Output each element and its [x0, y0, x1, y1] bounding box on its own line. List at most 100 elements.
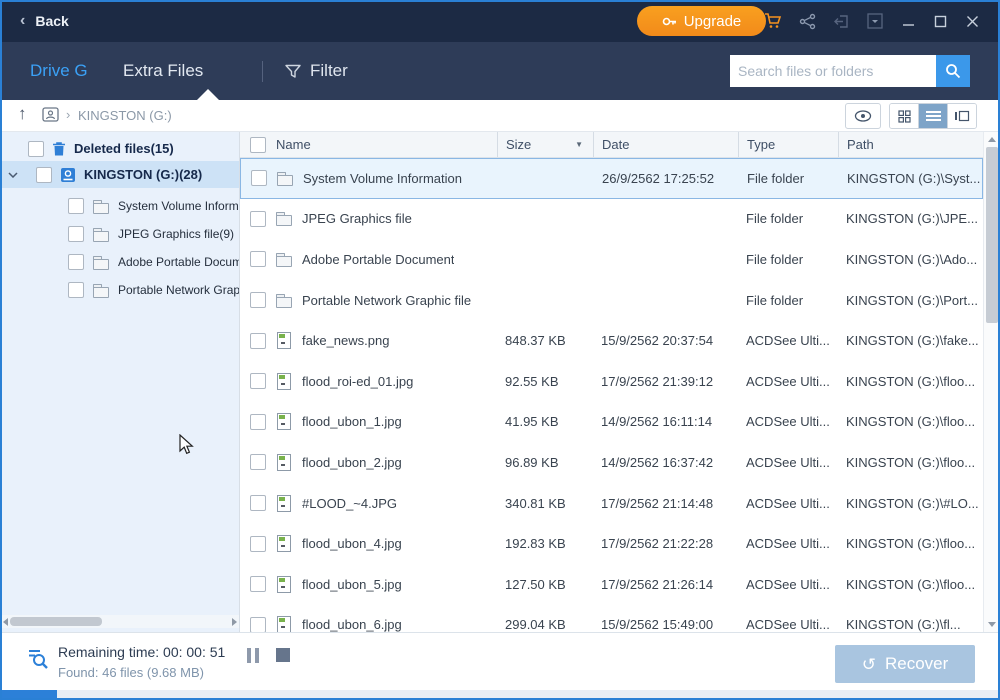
scroll-right-arrow[interactable] — [229, 615, 239, 628]
active-tab-pointer — [197, 89, 219, 100]
file-type: File folder — [746, 251, 804, 267]
column-header-size[interactable]: Size ▼ — [497, 132, 593, 157]
file-size: 848.37 KB — [505, 333, 566, 349]
row-checkbox[interactable] — [250, 210, 266, 227]
column-header-date[interactable]: Date — [593, 132, 738, 157]
row-checkbox[interactable] — [250, 535, 266, 552]
sidebar-tree-item[interactable]: Adobe Portable Docume — [0, 248, 239, 276]
table-row[interactable]: flood_ubon_1.jpg 41.95 KB 14/9/2562 16:1… — [240, 402, 983, 443]
minimize-button[interactable] — [892, 0, 924, 42]
stop-button[interactable] — [276, 648, 290, 662]
tree-item-checkbox[interactable] — [68, 198, 84, 214]
row-checkbox[interactable] — [250, 495, 266, 512]
row-checkbox[interactable] — [250, 454, 266, 471]
tree-item-checkbox[interactable] — [68, 282, 84, 298]
scrollbar-thumb[interactable] — [10, 617, 102, 626]
deleted-files-checkbox[interactable] — [28, 140, 44, 157]
file-type: File folder — [746, 292, 804, 308]
tab-extra-files[interactable]: Extra Files — [123, 42, 203, 100]
search-box — [730, 55, 970, 87]
row-checkbox[interactable] — [250, 413, 266, 430]
row-checkbox[interactable] — [250, 576, 266, 593]
table-row[interactable]: #LOOD_~4.JPG 340.81 KB 17/9/2562 21:14:4… — [240, 483, 983, 524]
file-type-icon — [275, 210, 293, 227]
row-checkbox[interactable] — [250, 332, 266, 349]
file-size: 340.81 KB — [505, 495, 566, 511]
table-row[interactable]: fake_news.png 848.37 KB 15/9/2562 20:37:… — [240, 320, 983, 361]
row-checkbox[interactable] — [250, 373, 266, 390]
scroll-up-arrow[interactable] — [984, 132, 1000, 147]
upgrade-button[interactable]: Upgrade — [637, 6, 766, 36]
row-checkbox[interactable] — [250, 292, 266, 309]
up-level-icon[interactable]: ↑ — [18, 104, 27, 124]
detail-view-button[interactable] — [947, 104, 976, 128]
sidebar-tree-item[interactable]: Portable Network Graph — [0, 276, 239, 304]
sidebar-tree-item[interactable]: JPEG Graphics file(9) — [0, 220, 239, 248]
search-button[interactable] — [936, 55, 970, 87]
select-all-checkbox[interactable] — [250, 136, 266, 153]
list-view-button[interactable] — [918, 104, 947, 128]
row-checkbox[interactable] — [250, 251, 266, 268]
back-button[interactable]: ‹ Back — [20, 12, 69, 30]
file-name: flood_ubon_4.jpg — [302, 536, 402, 552]
table-row[interactable]: Adobe Portable Document File folder KING… — [240, 239, 983, 280]
file-name: JPEG Graphics file — [302, 211, 412, 227]
breadcrumb-path[interactable]: KINGSTON (G:) — [78, 108, 172, 123]
file-name: fake_news.png — [302, 333, 390, 349]
row-checkbox[interactable] — [250, 616, 266, 632]
back-chevron-icon: ‹ — [20, 12, 26, 29]
table-row[interactable]: System Volume Information 26/9/2562 17:2… — [240, 158, 983, 199]
file-size: 96.89 KB — [505, 454, 559, 470]
table-row[interactable]: flood_ubon_5.jpg 127.50 KB 17/9/2562 21:… — [240, 564, 983, 605]
chevron-down-icon[interactable] — [8, 171, 20, 178]
file-name: #LOOD_~4.JPG — [302, 495, 398, 511]
column-header-name[interactable]: Name — [240, 132, 497, 157]
grid-view-button[interactable] — [890, 104, 918, 128]
pause-button[interactable] — [247, 648, 261, 663]
tree-item-checkbox[interactable] — [68, 226, 84, 242]
column-header-path[interactable]: Path — [838, 132, 983, 157]
kingston-drive-label: KINGSTON (G:)(28) — [84, 167, 203, 182]
table-row[interactable]: flood_ubon_6.jpg 299.04 KB 15/9/2562 15:… — [240, 605, 983, 632]
close-button[interactable] — [956, 0, 988, 42]
tab-drive-g[interactable]: Drive G — [30, 42, 88, 100]
file-path: KINGSTON (G:)\Port... — [846, 292, 978, 308]
found-files-text: Found: 46 files (9.68 MB) — [58, 665, 204, 680]
scrollbar-thumb[interactable] — [986, 147, 998, 323]
kingston-drive-checkbox[interactable] — [36, 166, 52, 183]
file-type-icon — [275, 413, 293, 431]
table-row[interactable]: Portable Network Graphic file File folde… — [240, 280, 983, 321]
table-row[interactable]: flood_roi-ed_01.jpg 92.55 KB 17/9/2562 2… — [240, 361, 983, 402]
tree-item-checkbox[interactable] — [68, 254, 84, 270]
table-row[interactable]: flood_ubon_2.jpg 96.89 KB 14/9/2562 16:3… — [240, 442, 983, 483]
sidebar-tree-item[interactable]: System Volume Informat — [0, 192, 239, 220]
row-checkbox[interactable] — [251, 170, 267, 187]
cart-icon[interactable] — [756, 0, 790, 42]
sort-caret-icon[interactable]: ▼ — [575, 140, 583, 149]
search-input[interactable] — [730, 55, 936, 87]
preview-toggle-button[interactable] — [845, 103, 881, 129]
scroll-down-arrow[interactable] — [984, 617, 1000, 632]
feedback-icon[interactable] — [824, 0, 858, 42]
scroll-left-arrow[interactable] — [0, 615, 10, 628]
file-size: 41.95 KB — [505, 414, 559, 430]
column-header-type[interactable]: Type — [738, 132, 838, 157]
file-name: flood_roi-ed_01.jpg — [302, 373, 414, 389]
table-row[interactable]: flood_ubon_4.jpg 192.83 KB 17/9/2562 21:… — [240, 523, 983, 564]
file-date: 15/9/2562 15:49:00 — [601, 617, 714, 632]
title-bar: ‹ Back Upgrade — [0, 0, 1000, 42]
share-icon[interactable] — [790, 0, 824, 42]
recover-button[interactable]: ↺ Recover — [835, 645, 975, 683]
sidebar-item-kingston-drive[interactable]: KINGSTON (G:)(28) — [0, 161, 239, 188]
table-vertical-scrollbar[interactable] — [983, 132, 1000, 632]
sidebar-horizontal-scrollbar[interactable] — [0, 615, 239, 628]
drive-root-icon[interactable] — [42, 107, 60, 128]
status-bar: Remaining time: 00: 00: 51 Found: 46 fil… — [0, 632, 1000, 690]
file-date: 17/9/2562 21:14:48 — [601, 495, 714, 511]
filter-button[interactable]: Filter — [285, 42, 348, 100]
maximize-button[interactable] — [924, 0, 956, 42]
sidebar-item-deleted-files[interactable]: Deleted files(15) — [0, 136, 239, 161]
tree-children: System Volume Informat JPEG Graphics fil… — [0, 192, 239, 304]
table-row[interactable]: JPEG Graphics file File folder KINGSTON … — [240, 199, 983, 240]
menu-dropdown-icon[interactable] — [858, 0, 892, 42]
